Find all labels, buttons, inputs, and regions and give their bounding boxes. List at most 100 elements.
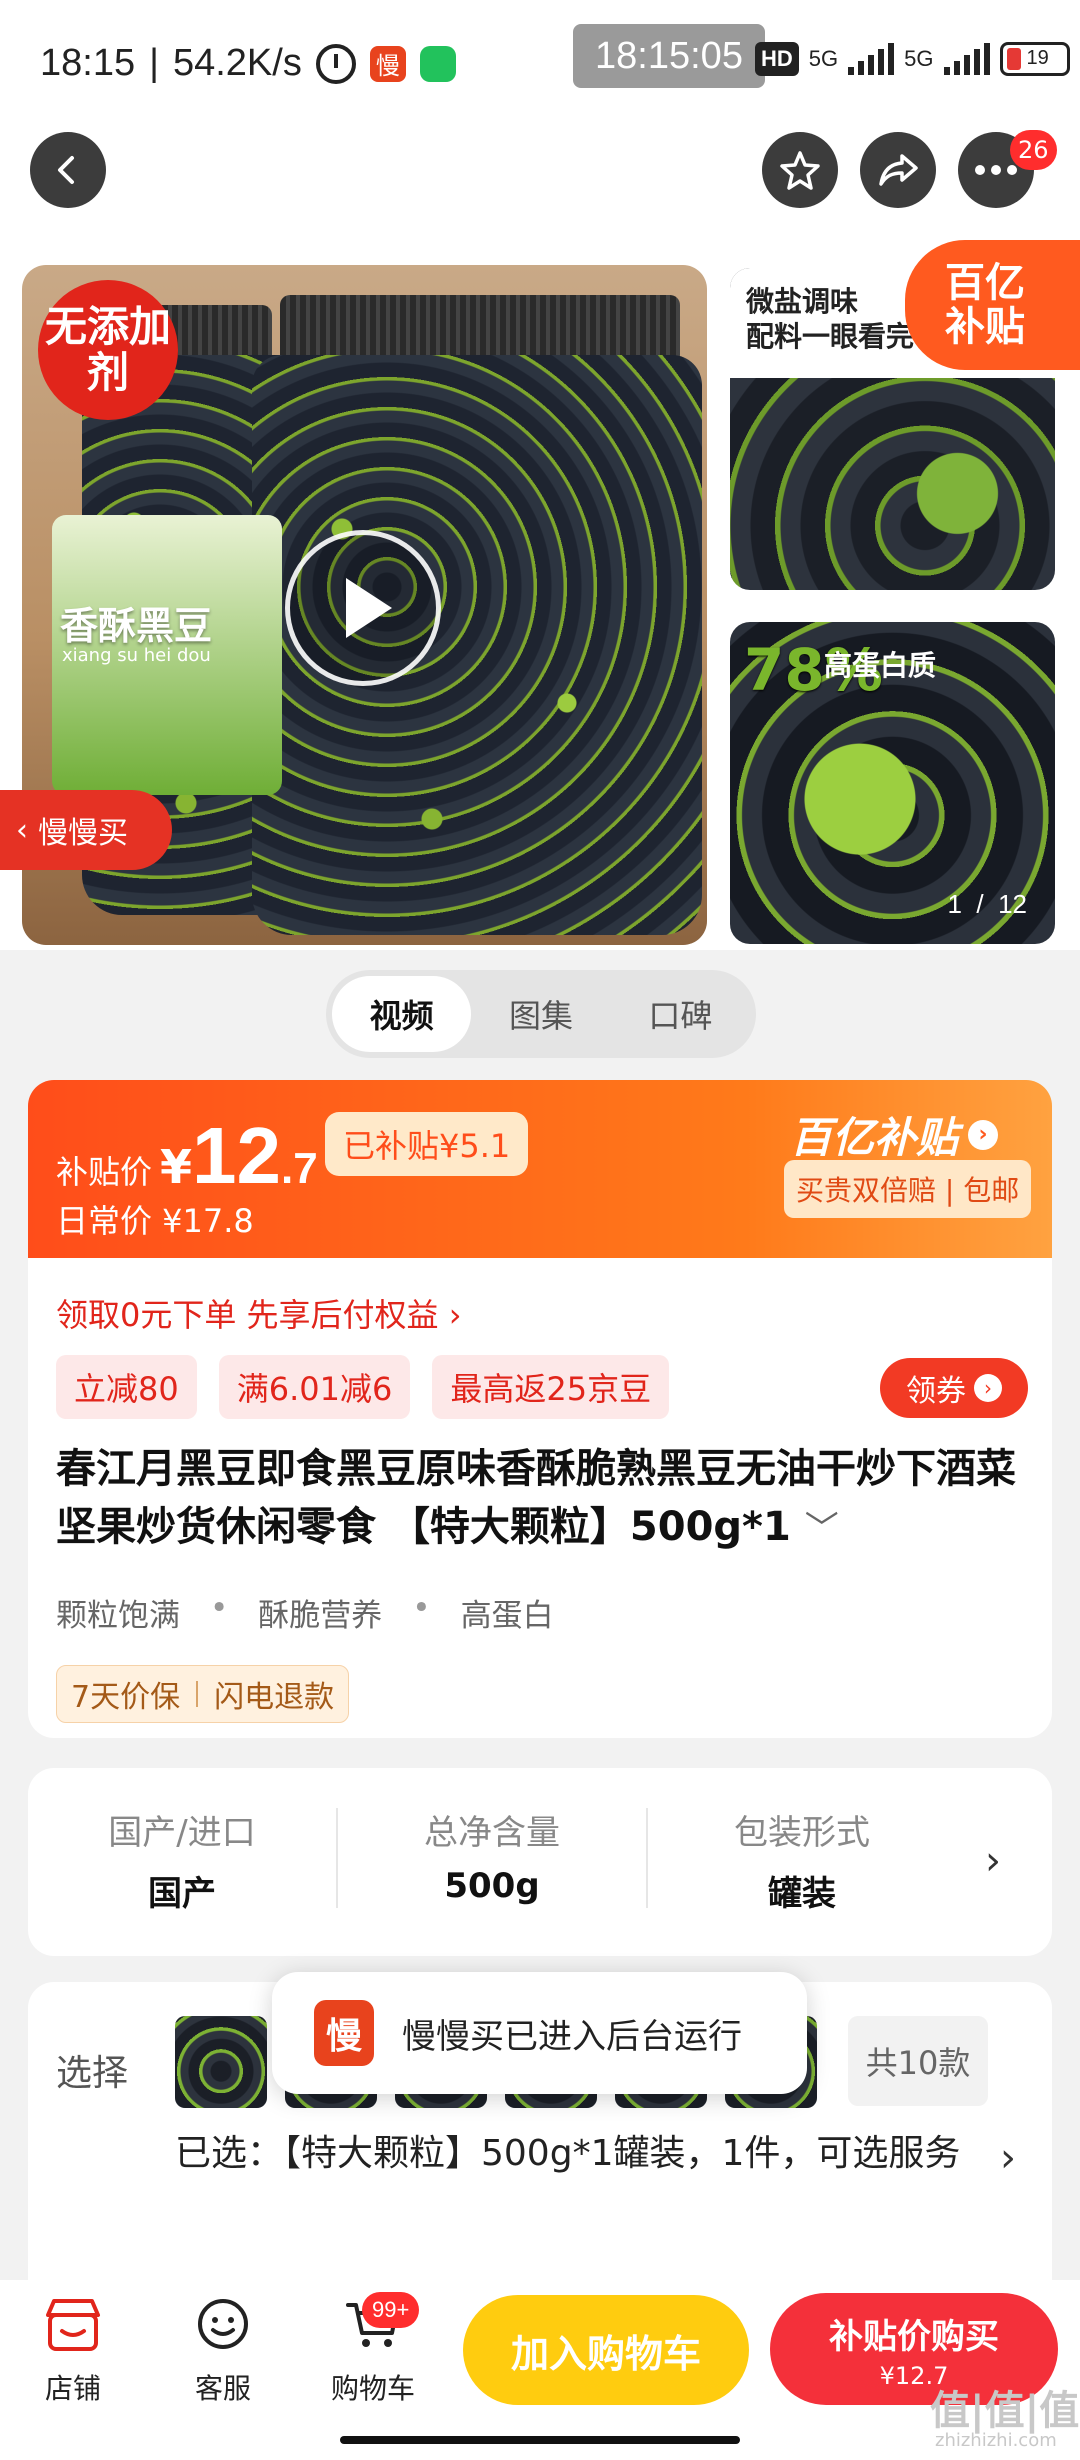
billion-badge-line1: 百亿 (945, 260, 1025, 306)
coupon-row: 立减80 满6.01减6 最高返25京豆 (56, 1355, 670, 1419)
media-tabs: 视频 图集 口碑 (326, 970, 756, 1058)
coupon-tag[interactable]: 最高返25京豆 (432, 1355, 670, 1419)
image-total: 12 (998, 889, 1027, 919)
add-to-cart-button[interactable]: 加入购物车 (463, 2295, 749, 2405)
image-counter: 1 / 12 (947, 889, 1027, 919)
chat-face-icon (168, 2295, 278, 2355)
service-price-protect: 7天价保 (71, 1680, 181, 1715)
more-badge: 26 (1010, 130, 1057, 170)
net-label-2: 5G (904, 46, 934, 71)
coupon-tag[interactable]: 满6.01减6 (218, 1355, 411, 1419)
status-time: 18:15 (40, 42, 136, 84)
service-fast-refund: 闪电退款 (214, 1680, 335, 1715)
feature-tags: 颗粒饱满 • 酥脆营养 • 高蛋白 (56, 1590, 554, 1635)
spec-value: 国产 (148, 1874, 216, 1914)
daily-price: 日常价 ¥17.8 (56, 1202, 254, 1240)
clock-overlay: 18:15:05 (573, 24, 765, 88)
sku-thumbnail[interactable] (175, 2016, 267, 2108)
buy-label: 补贴价购买 (829, 2316, 999, 2357)
product-title-text: 春江月黑豆即食黑豆原味香酥脆熟黑豆无油干炒下酒菜坚果炒货休闲零食 【特大颗粒】5… (56, 1446, 1016, 1550)
service-label: 客服 (194, 2372, 251, 2405)
battery-level: 19 (1026, 47, 1049, 69)
billion-subsidy-link[interactable]: 百亿补贴 › (790, 1104, 999, 1165)
thumbnail-image-2[interactable]: 78% 高蛋白质 1 / 12 (730, 622, 1055, 944)
slow-buy-tab[interactable]: ‹ 慢慢买 (0, 790, 172, 870)
spec-label: 总净含量 (424, 1813, 560, 1853)
spec-packaging: 包装形式 罐装 (652, 1805, 952, 1915)
jar-label-title: 香酥黑豆 (60, 604, 213, 648)
net-label-1: 5G (808, 46, 839, 71)
subsidy-guarantee: 买贵双倍赔 | 包邮 (784, 1160, 1032, 1218)
cart-badge: 99+ (362, 2292, 420, 2328)
tab-video[interactable]: 视频 (332, 976, 472, 1052)
status-net-speed: 54.2K/s (172, 42, 302, 84)
signal-icon-2 (943, 43, 990, 75)
green-app-icon (419, 45, 456, 82)
spec-divider (646, 1808, 648, 1908)
play-button[interactable] (285, 530, 441, 686)
price-integer: 12 (192, 1111, 282, 1200)
billion-subsidy-title: 百亿补贴 (790, 1113, 959, 1162)
feature-tag: 高蛋白 (460, 1598, 554, 1634)
chevron-right-icon[interactable]: › (1000, 2135, 1016, 2181)
slow-buy-label: 慢慢买 (38, 816, 128, 851)
coupon-tag[interactable]: 立减80 (56, 1355, 197, 1419)
price-currency: ¥ (160, 1140, 193, 1194)
spec-divider (336, 1808, 338, 1908)
watermark-url: zhizhizhi.com (935, 2430, 1057, 2451)
background-toast: 慢 慢慢买已进入后台运行 (272, 1972, 807, 2094)
status-separator: | (149, 42, 159, 84)
chevron-right-icon[interactable]: › (985, 1838, 1001, 1884)
product-title[interactable]: 春江月黑豆即食黑豆原味香酥脆熟黑豆无油干炒下酒菜坚果炒货休闲零食 【特大颗粒】5… (56, 1440, 1036, 1558)
service-divider (196, 1681, 199, 1707)
tag-dot: • (210, 1590, 229, 1626)
spec-label: 国产/进口 (108, 1813, 256, 1853)
slowbuy-app-icon: 慢 (314, 2000, 374, 2066)
shop-label: 店铺 (44, 2372, 101, 2405)
jar-label-pinyin: xiang su hei dou (62, 645, 211, 666)
price-decimal: .7 (281, 1144, 318, 1193)
favorite-button[interactable] (762, 132, 838, 208)
status-right: HD 5G 5G 19 (755, 42, 1070, 76)
service-guarantees[interactable]: 7天价保 闪电退款 (56, 1665, 350, 1723)
chevron-right-icon: › (968, 1119, 999, 1150)
subsidy-price: 补贴价 ¥ 12 .7 (56, 1110, 318, 1202)
tag-dot: • (412, 1590, 431, 1626)
star-icon (780, 151, 820, 190)
alarm-icon (315, 43, 356, 84)
spec-value: 罐装 (768, 1874, 836, 1914)
thumbnail-1-title: 微盐调味 配料一眼看完 (746, 284, 914, 354)
share-button[interactable] (860, 132, 936, 208)
spec-label: 包装形式 (734, 1813, 870, 1853)
sku-count[interactable]: 共10款 (848, 2016, 988, 2106)
protein-label: 高蛋白质 (824, 649, 937, 682)
spec-net-content: 总净含量 500g (342, 1805, 642, 1906)
tab-reviews[interactable]: 口碑 (611, 976, 750, 1052)
home-indicator[interactable] (340, 2436, 740, 2444)
feature-tag: 酥脆营养 (258, 1598, 383, 1634)
back-arrow-icon (58, 156, 74, 184)
billion-badge-line2: 补贴 (945, 304, 1025, 350)
more-dots-icon (975, 165, 1017, 175)
image-index: 1 (947, 889, 962, 919)
bnpl-link[interactable]: 领取0元下单 先享后付权益 › (56, 1290, 462, 1336)
back-button[interactable] (30, 132, 106, 208)
select-label: 选择 (56, 2053, 129, 2094)
watermark-logo: 值|值|值 (930, 2388, 1080, 2434)
customer-service-button[interactable]: 客服 (168, 2295, 278, 2407)
shop-icon (18, 2295, 128, 2355)
chevron-right-icon: › (974, 1374, 1002, 1402)
spec-origin: 国产/进口 国产 (32, 1805, 332, 1915)
selected-sku[interactable]: 已选：【特大颗粒】500g*1罐装，1件，可选服务 (175, 2120, 975, 2188)
slowbuy-app-icon: 慢 (369, 45, 406, 82)
cart-label: 购物车 (330, 2372, 415, 2405)
signal-icon (848, 43, 895, 75)
spec-value: 500g (444, 1866, 540, 1906)
get-coupon-button[interactable]: 领券 › (880, 1358, 1028, 1418)
chevron-down-icon: ﹀ (804, 1509, 839, 1549)
thumbnail-1-title-line2: 配料一眼看完 (746, 320, 915, 353)
tab-gallery[interactable]: 图集 (471, 976, 610, 1052)
price-label: 补贴价 (56, 1153, 153, 1191)
battery-icon: 19 (999, 42, 1070, 76)
shop-button[interactable]: 店铺 (18, 2295, 128, 2407)
